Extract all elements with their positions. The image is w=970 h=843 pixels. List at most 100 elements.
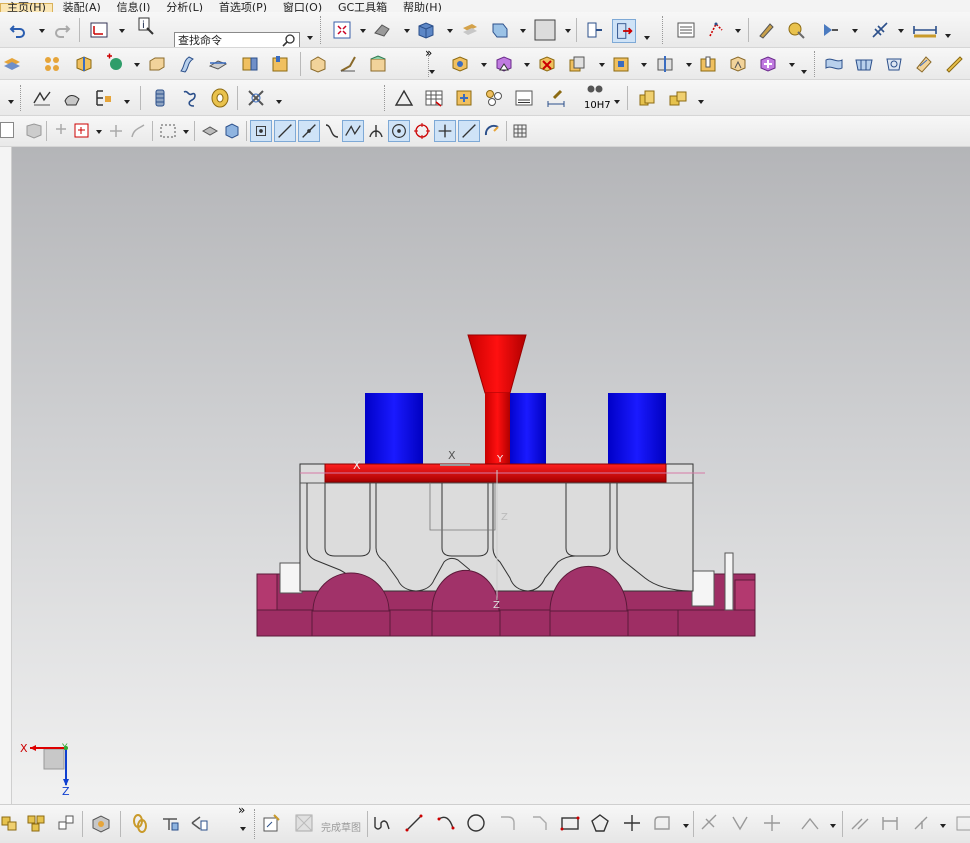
- snap-intersection-icon[interactable]: [342, 120, 364, 142]
- menu-preferences[interactable]: 首选项(P): [213, 2, 273, 12]
- sketch-icon[interactable]: [262, 813, 282, 833]
- menu-assembly[interactable]: 装配(A): [57, 2, 107, 12]
- mirror-curve-icon[interactable]: [800, 813, 820, 833]
- link-icon[interactable]: [130, 813, 150, 833]
- fit-dropdown-icon[interactable]: [360, 29, 366, 33]
- toolbar-grip[interactable]: [20, 85, 24, 111]
- n-sided-surface-icon[interactable]: [884, 54, 904, 74]
- constraint-icon[interactable]: [850, 813, 870, 833]
- sheet-surface-icon[interactable]: [177, 54, 197, 74]
- undo-dropdown-icon[interactable]: [39, 29, 45, 33]
- layer-icon[interactable]: [460, 20, 480, 40]
- search-dropdown-icon[interactable]: [307, 36, 313, 40]
- background-dropdown-icon[interactable]: [565, 29, 571, 33]
- search-icon[interactable]: [282, 34, 296, 48]
- table-icon[interactable]: [424, 88, 444, 108]
- select-region-dropdown[interactable]: [96, 130, 102, 134]
- offset-curve-icon[interactable]: [652, 813, 672, 833]
- cooling-icon[interactable]: [246, 88, 266, 108]
- interference-icon[interactable]: [190, 813, 210, 833]
- sketch-settings-icon[interactable]: [955, 813, 970, 833]
- graphics-window[interactable]: X X Y Z Z X Y Z: [12, 147, 970, 804]
- move-component-icon[interactable]: [56, 813, 76, 833]
- more-dropdown-icon[interactable]: [801, 70, 807, 74]
- measure-dropdown-icon[interactable]: [945, 34, 951, 38]
- cooling-dropdown-icon[interactable]: [276, 100, 282, 104]
- assembly-constraint-icon[interactable]: [0, 813, 20, 833]
- surface-through-curves-icon[interactable]: [824, 54, 844, 74]
- sleeve-icon[interactable]: [698, 54, 718, 74]
- motion-dropdown-icon[interactable]: [852, 29, 858, 33]
- triangle-icon[interactable]: [394, 88, 414, 108]
- resource-bar[interactable]: [0, 147, 12, 804]
- snap-center-icon[interactable]: [388, 120, 410, 142]
- trim-body-icon[interactable]: [208, 54, 228, 74]
- delete-face-icon[interactable]: [537, 54, 557, 74]
- constrain-dropdown-icon[interactable]: [940, 824, 946, 828]
- parting-tool-icon[interactable]: [450, 54, 470, 74]
- ejector-dropdown-icon[interactable]: [686, 63, 692, 67]
- coil-icon[interactable]: [180, 88, 200, 108]
- split-body-icon[interactable]: [240, 54, 260, 74]
- snap-on-curve-icon[interactable]: [298, 120, 320, 142]
- core-inserts[interactable]: [365, 393, 666, 465]
- pencil-edit-icon[interactable]: [756, 20, 776, 40]
- toolbar-grip[interactable]: [814, 51, 818, 77]
- mold-parts-icon[interactable]: [2, 54, 22, 74]
- arc-icon[interactable]: [436, 813, 456, 833]
- insert-block-icon[interactable]: [270, 54, 290, 74]
- toolbar-grip[interactable]: [662, 16, 666, 44]
- insert-pocket-dropdown-icon[interactable]: [789, 63, 795, 67]
- dimension-brush-icon[interactable]: [546, 88, 566, 108]
- surface-analysis-icon[interactable]: [62, 88, 82, 108]
- wcs-icon[interactable]: [89, 20, 109, 40]
- dimension-icon[interactable]: [880, 813, 900, 833]
- snap-perpendicular-icon[interactable]: [366, 121, 386, 141]
- point-dropdown-icon[interactable]: [735, 29, 741, 33]
- select-region-icon[interactable]: [72, 121, 92, 141]
- menu-analysis[interactable]: 分析(L): [160, 2, 209, 12]
- box-extrude-icon[interactable]: [147, 54, 167, 74]
- rect-select-icon[interactable]: [158, 121, 178, 141]
- pocket-icon[interactable]: [728, 54, 748, 74]
- grid-snap-icon[interactable]: [510, 121, 530, 141]
- toolbar-grip[interactable]: [384, 85, 388, 111]
- parting-check-dropdown[interactable]: [124, 100, 130, 104]
- patch-surface-icon[interactable]: [368, 54, 388, 74]
- profile-icon[interactable]: [372, 813, 392, 833]
- filter-icon[interactable]: [24, 121, 44, 141]
- chamfer-icon[interactable]: [530, 813, 550, 833]
- clip-section-icon[interactable]: [584, 20, 604, 40]
- ejector-pin-icon[interactable]: [655, 54, 675, 74]
- add-body-dropdown-icon[interactable]: [134, 63, 140, 67]
- redo-icon[interactable]: [52, 20, 72, 40]
- electrode-icon[interactable]: [454, 88, 474, 108]
- component-array-icon[interactable]: [26, 813, 46, 833]
- tool-wrench-icon[interactable]: [786, 20, 806, 40]
- snap-tangent-icon[interactable]: [458, 120, 480, 142]
- snap-point-icon[interactable]: [434, 120, 456, 142]
- line-icon[interactable]: [404, 813, 424, 833]
- play-motion-icon[interactable]: [820, 20, 840, 40]
- menu-info[interactable]: 信息(I): [111, 2, 157, 12]
- extend-sheet-icon[interactable]: [338, 54, 358, 74]
- wcs-dropdown-icon[interactable]: [119, 29, 125, 33]
- visibility-dropdown-icon[interactable]: [520, 29, 526, 33]
- command-finder[interactable]: 查找命令: [174, 32, 300, 48]
- parting-dropdown-icon[interactable]: [481, 63, 487, 67]
- snap-curve-icon[interactable]: [322, 121, 342, 141]
- curve-snap-icon[interactable]: [128, 121, 148, 141]
- draft-analysis-icon[interactable]: [32, 88, 52, 108]
- offset-face-icon[interactable]: [308, 54, 328, 74]
- toolbar-overflow-bottom[interactable]: »: [238, 803, 245, 817]
- mold-base-alt-icon[interactable]: [668, 88, 688, 108]
- row3-start-dropdown[interactable]: [8, 100, 14, 104]
- snap-midpoint-icon[interactable]: [274, 120, 296, 142]
- mirror-dropdown-icon[interactable]: [830, 824, 836, 828]
- visibility-icon[interactable]: [490, 20, 510, 40]
- render-dropdown-icon[interactable]: [404, 29, 410, 33]
- rectangle-icon[interactable]: [560, 813, 580, 833]
- reference-set-icon[interactable]: [160, 813, 180, 833]
- snap-endpoint-icon[interactable]: [250, 120, 272, 142]
- auto-constrain-icon[interactable]: [912, 813, 932, 833]
